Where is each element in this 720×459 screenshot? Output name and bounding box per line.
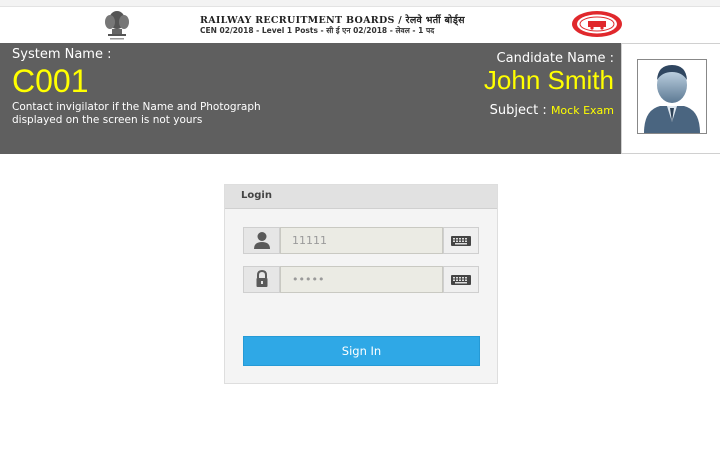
banner: RAILWAY RECRUITMENT BOARDS / रेलवे भर्ती…	[0, 7, 720, 43]
candidate-name-label: Candidate Name :	[496, 51, 614, 66]
lock-icon	[243, 266, 280, 293]
subject-value: Mock Exam	[550, 104, 614, 117]
subject-label: Subject :	[489, 103, 547, 118]
user-icon	[243, 227, 280, 254]
system-name-value: C001	[12, 63, 89, 99]
login-header: Login	[225, 185, 497, 209]
login-title: Login	[241, 190, 272, 201]
emblem-icon	[105, 11, 129, 40]
rrb-logo-icon	[572, 11, 622, 37]
keyboard-icon	[451, 236, 471, 246]
keyboard-icon	[451, 275, 471, 285]
sign-in-button[interactable]: Sign In	[243, 336, 480, 366]
banner-title: RAILWAY RECRUITMENT BOARDS / रेलवे भर्ती…	[200, 15, 465, 26]
photo-panel	[621, 43, 720, 154]
username-row	[243, 227, 479, 254]
browser-top-strip	[0, 0, 720, 7]
avatar-icon	[644, 65, 700, 133]
username-input[interactable]	[280, 227, 443, 254]
candidate-photo	[637, 59, 707, 134]
password-row	[243, 266, 479, 293]
password-input[interactable]	[280, 266, 443, 293]
username-keyboard-button[interactable]	[443, 227, 479, 254]
invigilator-notice: Contact invigilator if the Name and Phot…	[12, 101, 261, 126]
banner-subtitle: CEN 02/2018 - Level 1 Posts - सी ई एन 02…	[200, 26, 435, 35]
system-name-label: System Name :	[12, 47, 112, 62]
subject: Subject : Mock Exam	[490, 103, 614, 118]
candidate-name-value: John Smith	[483, 65, 614, 95]
password-keyboard-button[interactable]	[443, 266, 479, 293]
login-panel: Login 11111 ••••• Sign In	[224, 184, 498, 384]
candidate-header: System Name : C001 Contact invigilator i…	[0, 43, 621, 154]
